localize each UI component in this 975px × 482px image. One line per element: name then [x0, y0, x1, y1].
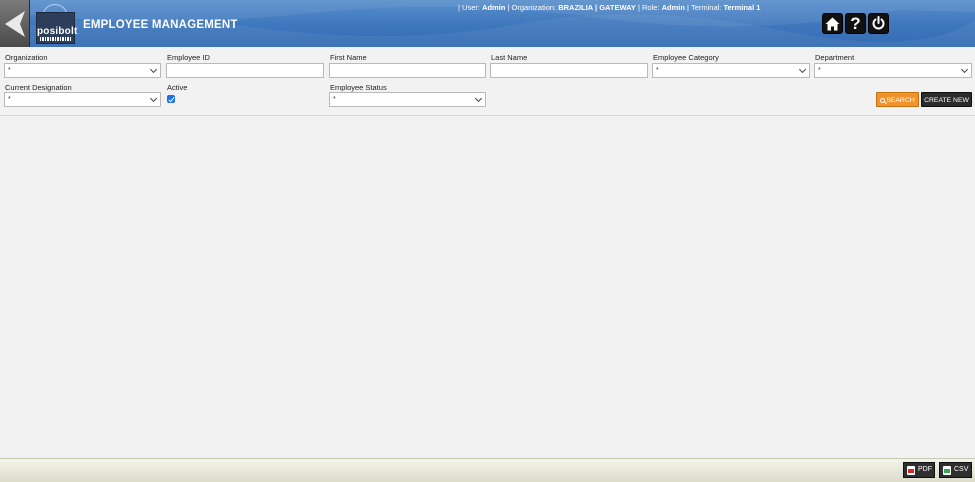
current-designation-label: Current Designation — [5, 83, 72, 92]
last-name-label: Last Name — [491, 53, 528, 62]
csv-label: CSV — [954, 466, 969, 473]
first-name-input[interactable] — [329, 63, 486, 78]
employee-status-label: Employee Status — [330, 83, 387, 92]
employee-id-input[interactable] — [166, 63, 324, 78]
last-name-input[interactable] — [490, 63, 648, 78]
back-arrow-icon — [5, 11, 25, 37]
power-icon — [872, 16, 885, 30]
pdf-label: PDF — [918, 466, 932, 473]
first-name-label: First Name — [330, 53, 367, 62]
employee-id-label: Employee ID — [167, 53, 210, 62]
department-label: Department — [815, 53, 855, 62]
export-pdf-button[interactable]: PDF — [903, 462, 935, 478]
pdf-file-icon — [907, 466, 915, 475]
app-header: posibolt EMPLOYEE MANAGEMENT | User: Adm… — [0, 0, 975, 47]
home-button[interactable] — [822, 13, 843, 34]
search-icon — [880, 97, 886, 103]
organization-label: Organization — [5, 53, 48, 62]
footer-bar: PDF CSV — [0, 458, 975, 482]
active-checkbox[interactable] — [167, 95, 175, 103]
organization-select[interactable]: * — [4, 63, 161, 78]
back-button[interactable] — [0, 0, 30, 47]
role-value: Admin — [661, 3, 685, 12]
role-label: | Role: — [637, 3, 660, 12]
organization-label: | Organization: — [507, 3, 557, 12]
posibolt-logo: posibolt — [36, 12, 78, 44]
help-icon: ? — [850, 13, 861, 33]
logout-button[interactable] — [868, 13, 889, 34]
session-info: | User: Admin | Organization: BRAZILIA |… — [458, 3, 760, 12]
results-area — [0, 116, 975, 458]
terminal-label: | Terminal: — [687, 3, 722, 12]
organization-value: BRAZILIA | GATEWAY — [558, 3, 636, 12]
search-button[interactable]: SEARCH — [876, 92, 919, 107]
logo-text: posibolt — [37, 26, 78, 37]
create-new-button[interactable]: CREATE NEW — [921, 92, 972, 107]
barcode-icon — [40, 37, 71, 41]
page-title: EMPLOYEE MANAGEMENT — [83, 19, 238, 31]
home-icon — [825, 17, 840, 30]
employee-category-select[interactable]: * — [652, 63, 810, 78]
user-value: Admin — [482, 3, 506, 12]
help-button[interactable]: ? — [845, 13, 866, 34]
user-label: | User: — [458, 3, 480, 12]
active-label: Active — [167, 83, 188, 92]
employee-status-select[interactable]: * — [329, 92, 486, 107]
csv-file-icon — [943, 466, 951, 475]
terminal-value: Terminal 1 — [723, 3, 761, 12]
current-designation-select[interactable]: * — [4, 92, 161, 107]
create-new-label: CREATE NEW — [924, 97, 969, 104]
department-select[interactable]: * — [814, 63, 972, 78]
employee-category-label: Employee Category — [653, 53, 719, 62]
export-csv-button[interactable]: CSV — [939, 462, 972, 478]
search-button-label: SEARCH — [886, 97, 915, 104]
